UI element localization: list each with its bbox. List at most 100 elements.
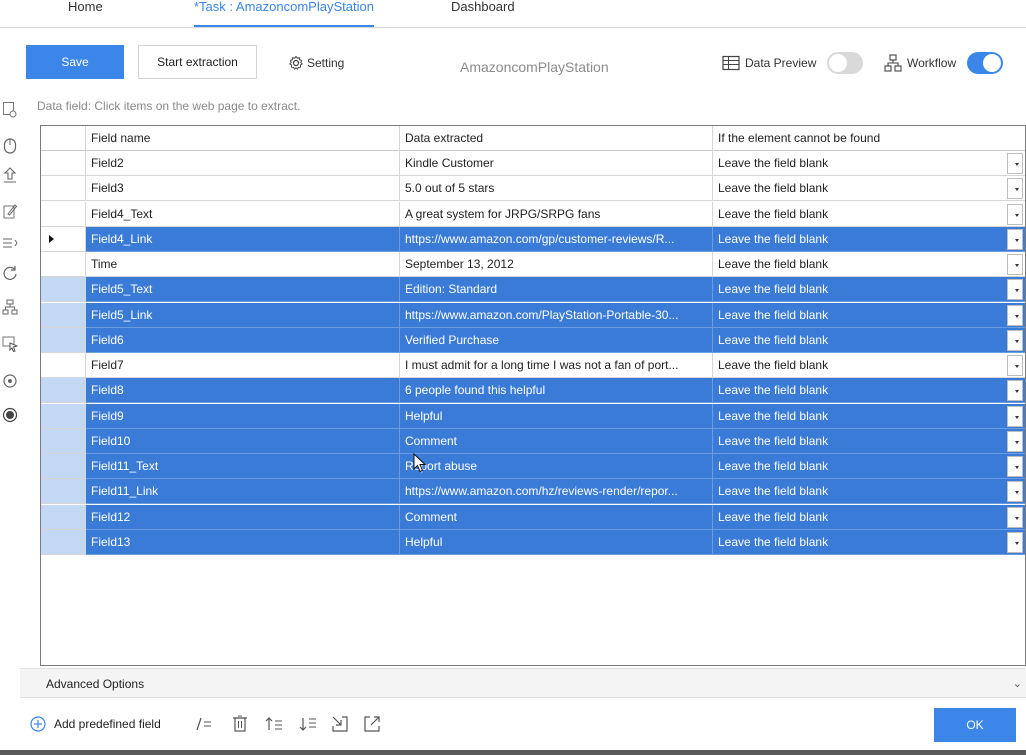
edit-field-icon[interactable] <box>194 714 214 734</box>
field-name-cell[interactable]: Time <box>86 252 400 277</box>
table-row[interactable]: Field13 Helpful Leave the field blank <box>41 529 1025 555</box>
data-extracted-cell[interactable]: A great system for JRPG/SRPG fans <box>400 201 713 227</box>
add-predefined-field-button[interactable]: Add predefined field <box>30 716 161 732</box>
table-row[interactable]: Field3 5.0 out of 5 stars Leave the field … <box>41 176 1025 202</box>
field-name-cell[interactable]: Field3 <box>86 176 400 202</box>
row-indicator[interactable] <box>41 201 86 227</box>
move-up-icon[interactable] <box>264 714 284 734</box>
not-found-action-select[interactable]: Leave the field blank <box>713 252 1025 277</box>
row-indicator[interactable] <box>41 428 86 454</box>
data-extracted-cell[interactable]: I must admit for a long time I was not a… <box>400 353 713 378</box>
dropdown-arrow-icon[interactable] <box>1007 481 1023 503</box>
table-row[interactable]: Field4_Text A great system for JRPG/SRPG … <box>41 201 1025 227</box>
dropdown-arrow-icon[interactable] <box>1007 304 1023 326</box>
row-indicator[interactable] <box>41 353 86 378</box>
row-indicator[interactable] <box>41 327 86 353</box>
table-row[interactable]: Field4_Link https://www.amazon.com/gp/cus… <box>41 226 1025 252</box>
export-icon[interactable] <box>362 714 382 734</box>
dropdown-arrow-icon[interactable] <box>1007 228 1023 250</box>
table-row[interactable]: Field5_Link https://www.amazon.com/PlaySt… <box>41 302 1025 328</box>
not-found-action-select[interactable]: Leave the field blank <box>713 454 1025 479</box>
row-indicator[interactable] <box>41 226 86 252</box>
dropdown-arrow-icon[interactable] <box>1007 380 1023 402</box>
not-found-action-select[interactable]: Leave the field blank <box>713 504 1025 530</box>
row-indicator[interactable] <box>41 302 86 328</box>
data-extracted-cell[interactable]: Comment <box>400 428 713 454</box>
monitor-icon[interactable] <box>0 371 20 391</box>
data-extracted-cell[interactable]: 6 people found this helpful <box>400 378 713 404</box>
row-indicator[interactable] <box>41 479 86 505</box>
setting-button[interactable]: Setting <box>288 55 344 71</box>
field-name-cell[interactable]: Field12 <box>86 504 400 530</box>
not-found-action-select[interactable]: Leave the field blank <box>713 226 1025 252</box>
dropdown-arrow-icon[interactable] <box>1007 531 1023 553</box>
tab-dashboard[interactable]: Dashboard <box>451 0 515 27</box>
field-name-cell[interactable]: Field8 <box>86 378 400 404</box>
table-row[interactable]: Field6 Verified Purchase Leave the field b… <box>41 327 1025 353</box>
row-indicator[interactable] <box>41 529 86 555</box>
loop-page-icon[interactable] <box>0 100 20 120</box>
dropdown-arrow-icon[interactable] <box>1007 456 1023 477</box>
dropdown-arrow-icon[interactable] <box>1007 254 1023 275</box>
field-name-cell[interactable]: Field2 <box>86 151 400 176</box>
row-indicator[interactable] <box>41 252 86 277</box>
not-found-action-select[interactable]: Leave the field blank <box>713 353 1025 378</box>
row-indicator[interactable] <box>41 151 86 176</box>
data-extracted-cell[interactable]: Comment <box>400 504 713 530</box>
move-down-icon[interactable] <box>298 714 318 734</box>
dropdown-arrow-icon[interactable] <box>1007 178 1023 200</box>
not-found-action-select[interactable]: Leave the field blank <box>713 302 1025 328</box>
workflow-toggle[interactable] <box>967 52 1004 74</box>
trash-icon[interactable] <box>230 714 250 734</box>
field-name-cell[interactable]: Field4_Text <box>86 201 400 227</box>
dropdown-arrow-icon[interactable] <box>1007 279 1023 301</box>
table-row[interactable]: Field8 6 people found this helpful Leave t… <box>41 378 1025 404</box>
table-row[interactable]: Field2 Kindle Customer Leave the field bla… <box>41 151 1025 176</box>
tab-home[interactable]: Home <box>68 0 103 27</box>
refresh-icon[interactable] <box>0 263 20 283</box>
not-found-action-select[interactable]: Leave the field blank <box>713 479 1025 505</box>
table-row[interactable]: Field9 Helpful Leave the field blank <box>41 403 1025 429</box>
dropdown-arrow-icon[interactable] <box>1007 355 1023 376</box>
dropdown-arrow-icon[interactable] <box>1007 203 1023 225</box>
ok-button[interactable]: OK <box>934 708 1016 742</box>
dropdown-arrow-icon[interactable] <box>1007 405 1023 427</box>
table-row[interactable]: Field11_Link https://www.amazon.com/hz/re… <box>41 479 1025 505</box>
data-extracted-cell[interactable]: https://www.amazon.com/hz/reviews-render… <box>400 479 713 505</box>
not-found-action-select[interactable]: Leave the field blank <box>713 327 1025 353</box>
field-name-cell[interactable]: Field7 <box>86 353 400 378</box>
field-name-cell[interactable]: Field10 <box>86 428 400 454</box>
not-found-action-select[interactable]: Leave the field blank <box>713 277 1025 303</box>
row-indicator[interactable] <box>41 176 86 202</box>
stop-icon[interactable] <box>0 405 20 425</box>
start-extraction-button[interactable]: Start extraction <box>138 45 257 79</box>
row-indicator[interactable] <box>41 504 86 530</box>
table-row[interactable]: Time September 13, 2012 Leave the field bl… <box>41 252 1025 277</box>
dropdown-arrow-icon[interactable] <box>1007 153 1023 174</box>
row-indicator[interactable] <box>41 454 86 479</box>
table-row[interactable]: Field11_Text Report abuse Leave the field … <box>41 454 1025 479</box>
table-row[interactable]: Field5_Text Edition: Standard Leave the fi… <box>41 277 1025 303</box>
field-name-cell[interactable]: Field13 <box>86 529 400 555</box>
data-extracted-cell[interactable]: Report abuse <box>400 454 713 479</box>
data-extracted-cell[interactable]: Helpful <box>400 403 713 429</box>
field-name-cell[interactable]: Field11_Link <box>86 479 400 505</box>
advanced-options-bar[interactable]: Advanced Options ⌄ <box>20 668 1026 698</box>
data-extracted-cell[interactable]: https://www.amazon.com/gp/customer-revie… <box>400 226 713 252</box>
row-indicator[interactable] <box>41 403 86 429</box>
upload-icon[interactable] <box>0 165 20 185</box>
import-icon[interactable] <box>330 714 350 734</box>
data-extracted-cell[interactable]: Verified Purchase <box>400 327 713 353</box>
dropdown-arrow-icon[interactable] <box>1007 329 1023 351</box>
not-found-action-select[interactable]: Leave the field blank <box>713 151 1025 176</box>
field-name-cell[interactable]: Field6 <box>86 327 400 353</box>
table-row[interactable]: Field10 Comment Leave the field blank <box>41 428 1025 454</box>
row-indicator[interactable] <box>41 277 86 303</box>
data-extracted-cell[interactable]: https://www.amazon.com/PlayStation-Porta… <box>400 302 713 328</box>
data-extracted-cell[interactable]: Kindle Customer <box>400 151 713 176</box>
data-extracted-cell[interactable]: Helpful <box>400 529 713 555</box>
field-name-cell[interactable]: Field4_Link <box>86 226 400 252</box>
table-row[interactable]: Field7 I must admit for a long time I was… <box>41 353 1025 378</box>
data-extracted-cell[interactable]: 5.0 out of 5 stars <box>400 176 713 202</box>
field-name-cell[interactable]: Field5_Text <box>86 277 400 303</box>
